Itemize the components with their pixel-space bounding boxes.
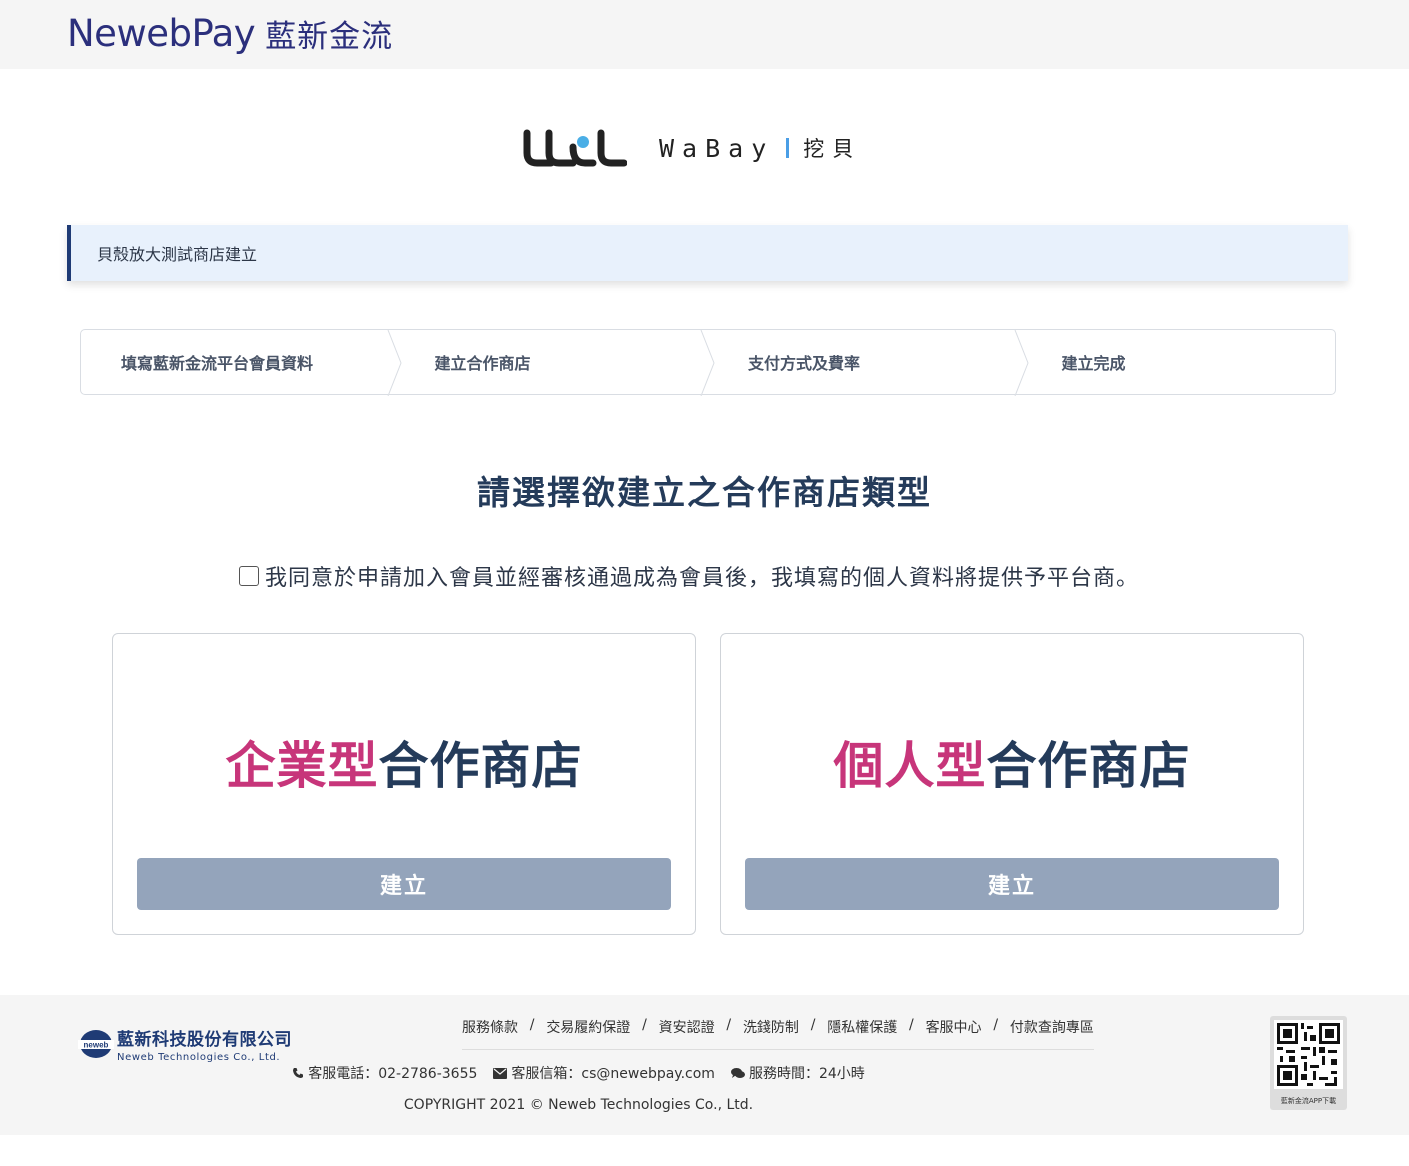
step-label: 建立完成: [1061, 354, 1126, 373]
create-enterprise-button[interactable]: 建立: [137, 858, 671, 910]
envelope-icon: [493, 1067, 508, 1079]
wabay-mark-icon: [523, 129, 627, 167]
card-title-highlight: 個人型: [833, 737, 987, 795]
link-separator: /: [529, 1017, 535, 1033]
partner-name-zh: 挖貝: [803, 137, 862, 161]
step-member-info: 填寫藍新金流平台會員資料: [81, 330, 402, 396]
card-title-rest: 合作商店: [986, 737, 1191, 795]
store-notice: 貝殼放大測試商店建立: [67, 225, 1348, 281]
create-personal-button[interactable]: 建立: [745, 858, 1279, 910]
company-name-zh: 藍新科技股份有限公司: [117, 1030, 292, 1050]
step-label: 建立合作商店: [434, 354, 531, 373]
card-title-rest: 合作商店: [378, 737, 583, 795]
top-bar: NewebPay 藍新金流: [0, 0, 1409, 69]
neweb-globe-icon: neweb: [78, 1030, 114, 1058]
footer-link-security[interactable]: 資安認證: [659, 1017, 715, 1037]
footer-links: 服務條款 / 交易履約保證 / 資安認證 / 洗錢防制 / 隱私權保護 / 客服中心 / 付…: [462, 1017, 1094, 1050]
logo-text: neweb: [84, 1041, 109, 1050]
copyright: COPYRIGHT 2021 © Neweb Technologies Co.,…: [403, 1097, 754, 1113]
contact-email: 客服信箱：cs@newebpay.com: [493, 1063, 715, 1083]
link-separator: /: [642, 1017, 647, 1033]
footer-link-support[interactable]: 客服中心: [926, 1017, 982, 1037]
qr-caption: 藍新金流APP下載: [1280, 1097, 1337, 1105]
neweb-company-logo[interactable]: neweb 藍新科技股份有限公司 Neweb Technologies Co.,…: [78, 1025, 292, 1063]
card-title: 個人型合作商店: [721, 726, 1303, 798]
link-separator: /: [909, 1017, 914, 1033]
brand-name-en: NewebPay: [67, 11, 256, 55]
partner-divider: [786, 138, 790, 158]
footer-link-guarantee[interactable]: 交易履約保證: [546, 1017, 630, 1037]
card-title-highlight: 企業型: [225, 737, 379, 795]
footer: neweb 藍新科技股份有限公司 Neweb Technologies Co.,…: [0, 995, 1409, 1135]
hours-text: 服務時間：24小時: [748, 1066, 865, 1082]
footer-link-privacy[interactable]: 隱私權保護: [827, 1017, 897, 1037]
qr-code-icon: [1274, 1020, 1343, 1089]
partner-name: WaBay: [659, 133, 775, 163]
agreement-checkbox[interactable]: [239, 566, 259, 586]
footer-link-terms[interactable]: 服務條款: [462, 1017, 518, 1037]
wabay-logo: WaBay 挖貝: [523, 127, 861, 169]
step-label: 支付方式及費率: [748, 354, 861, 373]
company-name-en: Neweb Technologies Co., Ltd.: [117, 1052, 281, 1063]
app-download-qr[interactable]: 藍新金流APP下載: [1270, 1016, 1347, 1110]
notice-text: 貝殼放大測試商店建立: [97, 245, 258, 264]
brand-name-zh: 藍新金流: [265, 18, 394, 55]
link-separator: /: [726, 1017, 732, 1033]
email-text: 客服信箱：cs@newebpay.com: [511, 1066, 715, 1082]
chat-icon: [730, 1068, 745, 1078]
link-separator: /: [993, 1017, 999, 1033]
step-create-store: 建立合作商店: [395, 330, 715, 396]
contact-phone: 客服電話：02-2786-3655: [292, 1063, 477, 1083]
page-title: 請選擇欲建立之合作商店類型: [477, 473, 932, 512]
footer-link-payment-query[interactable]: 付款查詢專區: [1010, 1017, 1094, 1037]
enterprise-store-card: 企業型合作商店 建立: [112, 633, 696, 935]
step-payment-methods: 支付方式及費率: [708, 330, 1029, 396]
footer-link-aml[interactable]: 洗錢防制: [743, 1017, 799, 1037]
phone-icon: [293, 1068, 304, 1078]
card-title: 企業型合作商店: [113, 726, 695, 798]
personal-store-card: 個人型合作商店 建立: [720, 633, 1304, 935]
progress-steps: 填寫藍新金流平台會員資料 建立合作商店 支付方式及費率 建立完成: [80, 329, 1336, 396]
phone-text: 客服電話：02-2786-3655: [308, 1066, 478, 1082]
agreement-text: 我同意於申請加入會員並經審核通過成為會員後，我填寫的個人資料將提供予平台商。: [265, 566, 1140, 591]
newebpay-logo[interactable]: NewebPay 藍新金流: [67, 10, 393, 56]
step-complete: 建立完成: [1022, 330, 1336, 394]
step-label: 填寫藍新金流平台會員資料: [121, 354, 314, 373]
agreement-checkbox-row[interactable]: 我同意於申請加入會員並經審核通過成為會員後，我填寫的個人資料將提供予平台商。: [239, 560, 1139, 592]
contact-info: 客服電話：02-2786-3655 客服信箱：cs@newebpay.com 服…: [0, 1063, 1157, 1083]
link-separator: /: [810, 1017, 816, 1033]
contact-hours: 服務時間：24小時: [730, 1063, 865, 1083]
